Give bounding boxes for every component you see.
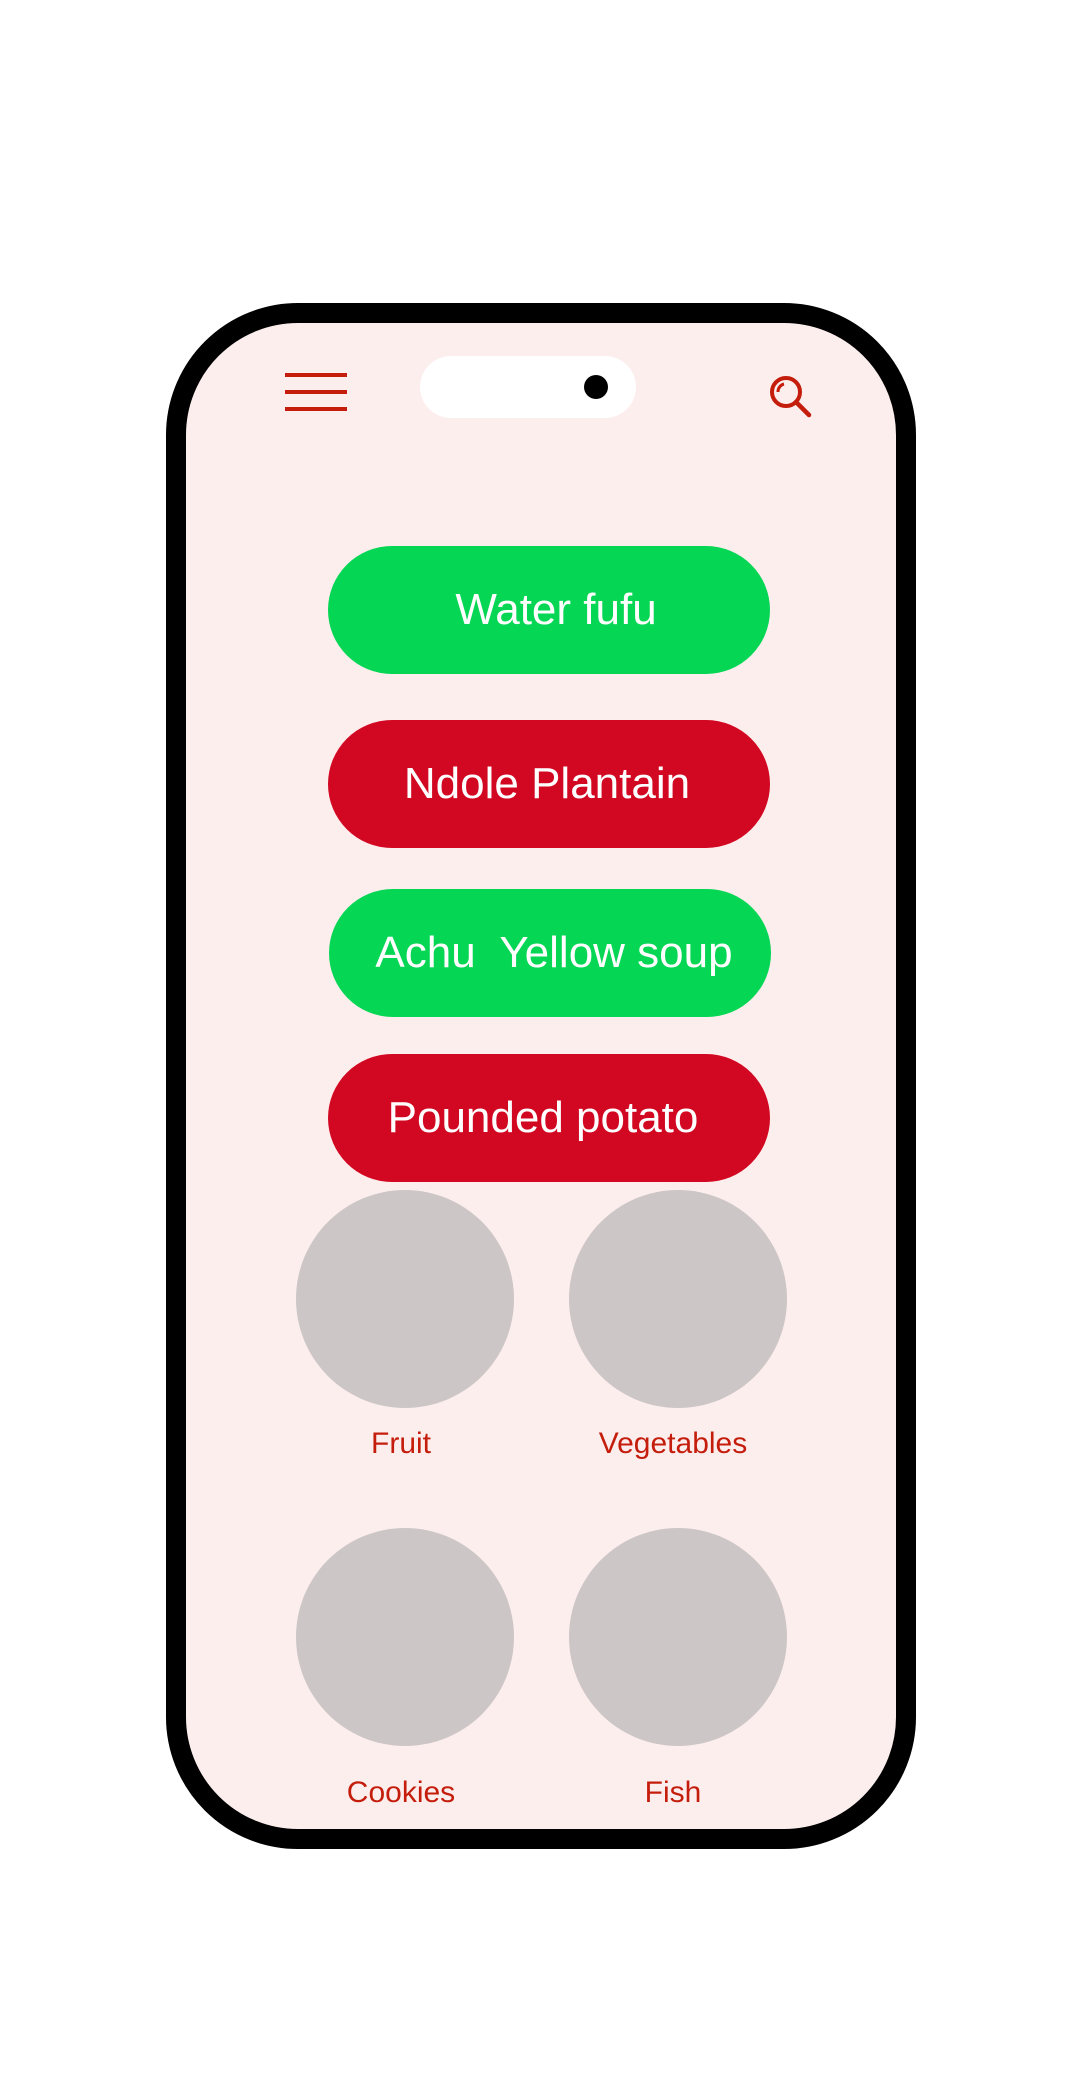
food-button-label: Pounded potato (387, 1093, 699, 1142)
category-label-fish[interactable]: Fish (553, 1775, 793, 1811)
food-button-pounded-potato[interactable]: Pounded potato (328, 1054, 770, 1182)
category-image-fruit[interactable] (296, 1190, 514, 1408)
camera-notch (420, 356, 636, 418)
food-button-label: Achu Yellow soup (375, 928, 733, 977)
search-icon[interactable] (767, 373, 815, 421)
food-button-achu-yellow-soup[interactable]: Achu Yellow soup (329, 889, 771, 1017)
food-button-ndole-plantain[interactable]: Ndole Plantain (328, 720, 770, 848)
category-label-cookies[interactable]: Cookies (281, 1775, 521, 1811)
category-image-fish[interactable] (569, 1528, 787, 1746)
menu-line (285, 390, 347, 394)
category-label-vegetables[interactable]: Vegetables (553, 1426, 793, 1462)
category-label-fruit[interactable]: Fruit (281, 1426, 521, 1462)
menu-line (285, 373, 347, 377)
hamburger-menu-icon[interactable] (285, 373, 347, 413)
food-button-label: Ndole Plantain (403, 759, 691, 808)
phone-frame: Water fufu Ndole Plantain Achu Yellow so… (166, 303, 916, 1849)
camera-icon (584, 375, 608, 399)
menu-line (285, 407, 347, 411)
category-image-vegetables[interactable] (569, 1190, 787, 1408)
food-button-water-fufu[interactable]: Water fufu (328, 546, 770, 674)
category-image-cookies[interactable] (296, 1528, 514, 1746)
food-button-label: Water fufu (455, 585, 657, 634)
